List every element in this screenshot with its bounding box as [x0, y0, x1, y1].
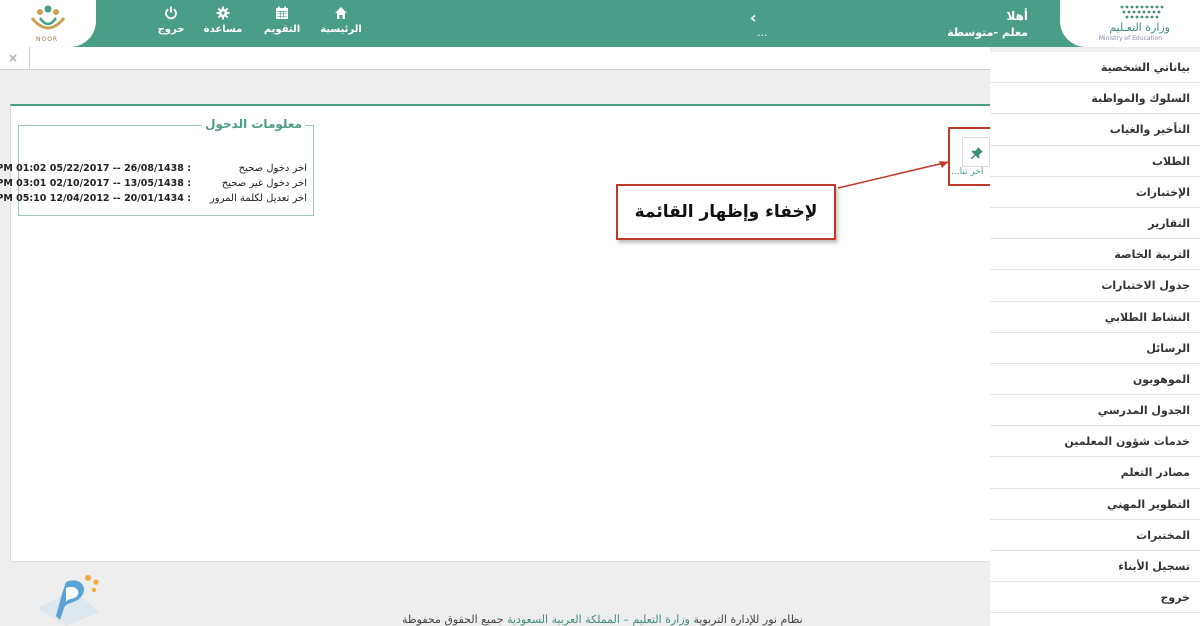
gear-icon: [216, 6, 230, 20]
close-icon[interactable]: ×: [8, 51, 18, 65]
login-row-value: : 26/08/1438 -- 05/22/2017 01:02 PM: [0, 163, 191, 174]
sidebar-item-reports[interactable]: التقارير: [990, 208, 1200, 240]
home-icon: [335, 7, 347, 19]
login-row-label: اخر دخول غير صحيح: [221, 178, 307, 189]
sidebar-item-teacher-services[interactable]: خدمات شؤون المعلمين: [990, 426, 1200, 458]
sidebar-item-exam-schedule[interactable]: جدول الاختبارات: [990, 270, 1200, 302]
noor-logo-text: NOOR: [36, 36, 59, 43]
sidebar-item-messages[interactable]: الرسائل: [990, 333, 1200, 364]
nav-logout-label: خروج: [157, 24, 185, 35]
footer-suffix: جميع الحقوق محفوظة: [402, 613, 504, 626]
sidebar-item-exams[interactable]: الإختبارات: [990, 177, 1200, 208]
power-icon: [165, 6, 177, 20]
sidebar-item-gifted[interactable]: الموهوبون: [990, 364, 1200, 396]
sidebar-item-behavior[interactable]: السلوك والمواظبة: [990, 83, 1200, 115]
login-info-title: معلومات الدخول: [202, 117, 305, 131]
top-header: NOOR الرئيسية التقويم مساعدة خروج ‹ ... …: [0, 0, 1200, 47]
sidebar-item-labs[interactable]: المختبرات: [990, 520, 1200, 551]
footer-prefix: نظام نور للإدارة التربوية: [693, 613, 803, 626]
login-row-password-change: اخر تعديل لكلمة المرور : 20/01/1434 -- 12…: [0, 193, 307, 204]
nav-home[interactable]: الرئيسية: [311, 6, 371, 35]
login-row-label: اخر تعديل لكلمة المرور: [209, 193, 307, 204]
noor-logo-icon: [30, 5, 66, 30]
sidebar-item-school-schedule[interactable]: الجدول المدرسي: [990, 395, 1200, 427]
login-row-last-failed: اخر دخول غير صحيح : 13/05/1438 -- 02/10/2…: [0, 178, 307, 189]
footer-highlight[interactable]: وزارة التعليم – المملكة العربية السعودية: [507, 613, 690, 626]
sidebar-menu: بياناتي الشخصية السلوك والمواظبة التأخير…: [990, 52, 1200, 626]
header-dots[interactable]: ...: [757, 26, 768, 39]
nav-help-label: مساعدة: [203, 24, 243, 35]
sidebar-item-professional-development[interactable]: التطوير المهني: [990, 489, 1200, 520]
sidebar-item-students[interactable]: الطلاب: [990, 146, 1200, 177]
callout-arrow: [837, 161, 949, 189]
callout-box: لإخفاء وإظهار القائمة: [616, 184, 836, 240]
moe-logo-arabic: وزارة التعـليم: [1109, 21, 1170, 34]
noor-logo[interactable]: NOOR: [0, 0, 96, 47]
login-info-box: معلومات الدخول اخر دخول صحيح : 26/08/1438…: [0, 117, 314, 216]
login-row-label: اخر دخول صحيح: [238, 163, 307, 174]
moe-logo-icon: [1120, 5, 1164, 19]
user-role: معلم -متوسطة: [947, 26, 1028, 39]
login-row-value: : 20/01/1434 -- 12/04/2012 05:10 PM: [0, 193, 191, 204]
user-greeting: أهلا: [1006, 9, 1028, 23]
tab-divider: [29, 47, 30, 70]
nav-help[interactable]: مساعدة: [193, 6, 253, 35]
footer-copyright: نظام نور للإدارة التربوية وزارة التعليم …: [402, 613, 803, 626]
moe-logo-english: Ministry of Education: [1098, 35, 1162, 42]
login-row-value: : 13/05/1438 -- 02/10/2017 03:01 PM: [0, 178, 191, 189]
sidebar-item-register-children[interactable]: تسجيل الأبناء: [990, 551, 1200, 583]
chevron-left-icon[interactable]: ‹: [750, 8, 757, 27]
login-row-last-success: اخر دخول صحيح : 26/08/1438 -- 05/22/2017 …: [0, 163, 307, 174]
footer-logo-icon: [38, 575, 100, 626]
nav-calendar[interactable]: التقويم: [252, 6, 312, 35]
sidebar-item-special-education[interactable]: التربية الخاصة: [990, 239, 1200, 271]
sidebar-item-student-activity[interactable]: النشاط الطلابي: [990, 302, 1200, 333]
sidebar-item-learning-resources[interactable]: مصادر التعلم: [990, 457, 1200, 489]
nav-home-label: الرئيسية: [320, 24, 362, 35]
tab-bar: ×: [0, 47, 990, 70]
sidebar-item-absence[interactable]: التأخير والغياب: [990, 114, 1200, 146]
calendar-icon: [276, 6, 288, 19]
sidebar-item-logout[interactable]: خروج: [990, 582, 1200, 614]
sidebar-item-personal-data[interactable]: بياناتي الشخصية: [990, 52, 1200, 84]
nav-calendar-label: التقويم: [263, 24, 301, 35]
nav-logout[interactable]: خروج: [141, 6, 201, 35]
moe-logo[interactable]: وزارة التعـليم Ministry of Education: [1060, 0, 1200, 47]
